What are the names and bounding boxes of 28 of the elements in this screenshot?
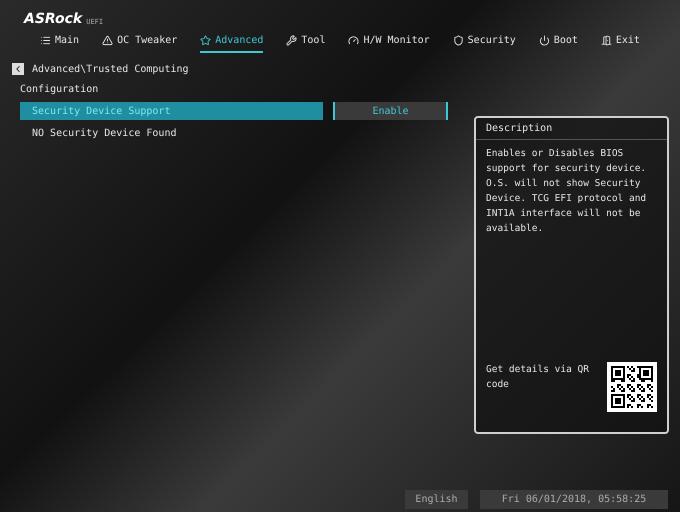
list-icon [40, 35, 51, 46]
nav-tab[interactable]: Boot [538, 33, 578, 53]
setting-value-button[interactable]: Enable [333, 102, 448, 120]
door-icon [600, 35, 612, 46]
description-title: Description [476, 118, 667, 140]
qr-code-icon [607, 362, 657, 412]
nav-tab[interactable]: Tool [286, 33, 326, 53]
gauge-icon [348, 35, 360, 46]
shield-icon [452, 35, 464, 46]
language-button[interactable]: English [405, 490, 468, 508]
description-text: Enables or Disables BIOS support for security device. O.S. will not show Security Device. TCG EFI protocol and INT1A interface will not be available. [485, 147, 648, 236]
nav-tab[interactable]: H/W Monitor [348, 33, 430, 53]
qr-hint: Get details via QR code [486, 363, 590, 392]
date-time: Fri 06/01/2018, 05:58:25 [480, 490, 668, 508]
back-button[interactable] [12, 63, 24, 75]
breadcrumb: Advanced\Trusted Computing [32, 62, 189, 76]
wrench-icon [286, 35, 298, 46]
nav-tab[interactable]: OC Tweaker [102, 33, 178, 53]
nav-tab[interactable]: Main [40, 33, 80, 53]
info-text: NO Security Device Found [31, 126, 178, 140]
star-icon [200, 35, 212, 46]
nav-tab[interactable]: Exit [600, 33, 640, 53]
brand-logo: ASRock [24, 12, 82, 26]
power-icon [538, 35, 550, 46]
section-heading: Configuration [20, 83, 100, 97]
nav-tab[interactable]: Advanced [200, 33, 264, 53]
warning-triangle-icon [102, 35, 114, 46]
nav-tab[interactable]: Security [452, 33, 516, 53]
